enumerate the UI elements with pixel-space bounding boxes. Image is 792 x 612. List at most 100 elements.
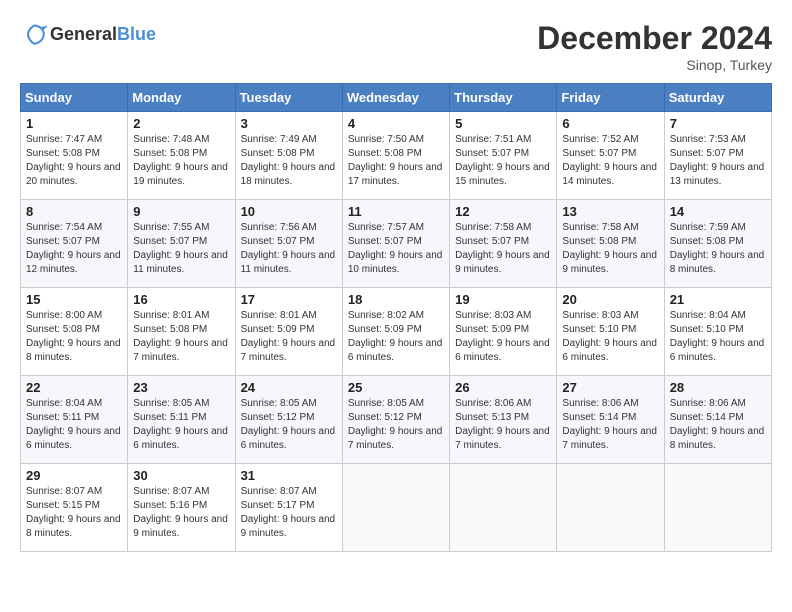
table-row: 28Sunrise: 8:06 AMSunset: 5:14 PMDayligh… — [664, 376, 771, 464]
day-number: 3 — [241, 116, 337, 131]
table-row: 10 Sunrise: 7:56 AMSunset: 5:07 PMDayligh… — [235, 200, 342, 288]
logo-icon — [20, 20, 48, 48]
day-info: Sunrise: 7:48 AMSunset: 5:08 PMDaylight:… — [133, 133, 229, 189]
day-info: Sunrise: 8:07 AMSunset: 5:16 PMDaylight:… — [133, 485, 229, 541]
day-info: Sunrise: 7:49 AMSunset: 5:08 PMDaylight:… — [241, 133, 337, 189]
calendar-week-row: 22Sunrise: 8:04 AMSunset: 5:11 PMDayligh… — [21, 376, 772, 464]
header-thursday: Thursday — [450, 84, 557, 112]
day-number: 15 — [26, 292, 122, 307]
day-number: 4 — [348, 116, 444, 131]
header-tuesday: Tuesday — [235, 84, 342, 112]
calendar-table: Sunday Monday Tuesday Wednesday Thursday… — [20, 83, 772, 552]
table-row: 20 Sunrise: 8:03 AMSunset: 5:10 PMDayligh… — [557, 288, 664, 376]
table-row: 17 Sunrise: 8:01 AMSunset: 5:09 PMDayligh… — [235, 288, 342, 376]
header-friday: Friday — [557, 84, 664, 112]
day-info: Sunrise: 8:05 AMSunset: 5:11 PMDaylight:… — [133, 397, 229, 453]
calendar-week-row: 8 Sunrise: 7:54 AMSunset: 5:07 PMDaylight… — [21, 200, 772, 288]
header-sunday: Sunday — [21, 84, 128, 112]
calendar-week-row: 1 Sunrise: 7:47 AMSunset: 5:08 PMDaylight… — [21, 112, 772, 200]
table-row — [664, 464, 771, 552]
day-number: 13 — [562, 204, 658, 219]
header-monday: Monday — [128, 84, 235, 112]
table-row: 31 Sunrise: 8:07 AMSunset: 5:17 PMDayligh… — [235, 464, 342, 552]
day-number: 26 — [455, 380, 551, 395]
day-number: 11 — [348, 204, 444, 219]
day-number: 31 — [241, 468, 337, 483]
table-row — [342, 464, 449, 552]
logo: GeneralBlue — [20, 20, 156, 48]
day-info: Sunrise: 8:05 AMSunset: 5:12 PMDaylight:… — [348, 397, 444, 453]
day-info: Sunrise: 8:00 AMSunset: 5:08 PMDaylight:… — [26, 309, 122, 365]
day-info: Sunrise: 8:04 AMSunset: 5:10 PMDaylight:… — [670, 309, 766, 365]
day-number: 10 — [241, 204, 337, 219]
day-number: 12 — [455, 204, 551, 219]
day-number: 25 — [348, 380, 444, 395]
month-title: December 2024 — [537, 20, 772, 57]
day-number: 16 — [133, 292, 229, 307]
table-row: 1 Sunrise: 7:47 AMSunset: 5:08 PMDaylight… — [21, 112, 128, 200]
day-info: Sunrise: 8:01 AMSunset: 5:09 PMDaylight:… — [241, 309, 337, 365]
day-number: 1 — [26, 116, 122, 131]
day-info: Sunrise: 7:50 AMSunset: 5:08 PMDaylight:… — [348, 133, 444, 189]
day-info: Sunrise: 7:55 AMSunset: 5:07 PMDaylight:… — [133, 221, 229, 277]
table-row: 25 Sunrise: 8:05 AMSunset: 5:12 PMDayligh… — [342, 376, 449, 464]
day-number: 20 — [562, 292, 658, 307]
day-info: Sunrise: 7:54 AMSunset: 5:07 PMDaylight:… — [26, 221, 122, 277]
table-row: 13 Sunrise: 7:58 AMSunset: 5:08 PMDayligh… — [557, 200, 664, 288]
day-info: Sunrise: 7:57 AMSunset: 5:07 PMDaylight:… — [348, 221, 444, 277]
table-row — [450, 464, 557, 552]
day-info: Sunrise: 7:58 AMSunset: 5:08 PMDaylight:… — [562, 221, 658, 277]
header-wednesday: Wednesday — [342, 84, 449, 112]
logo-general-text: General — [50, 24, 117, 45]
table-row: 24 Sunrise: 8:05 AMSunset: 5:12 PMDayligh… — [235, 376, 342, 464]
calendar-header-row: Sunday Monday Tuesday Wednesday Thursday… — [21, 84, 772, 112]
table-row: 4 Sunrise: 7:50 AMSunset: 5:08 PMDaylight… — [342, 112, 449, 200]
table-row: 6Sunrise: 7:52 AMSunset: 5:07 PMDaylight… — [557, 112, 664, 200]
table-row: 14Sunrise: 7:59 AMSunset: 5:08 PMDayligh… — [664, 200, 771, 288]
day-info: Sunrise: 7:47 AMSunset: 5:08 PMDaylight:… — [26, 133, 122, 189]
table-row: 23 Sunrise: 8:05 AMSunset: 5:11 PMDayligh… — [128, 376, 235, 464]
day-number: 18 — [348, 292, 444, 307]
day-number: 24 — [241, 380, 337, 395]
table-row: 2 Sunrise: 7:48 AMSunset: 5:08 PMDaylight… — [128, 112, 235, 200]
day-number: 30 — [133, 468, 229, 483]
day-info: Sunrise: 7:53 AMSunset: 5:07 PMDaylight:… — [670, 133, 766, 189]
table-row: 16Sunrise: 8:01 AMSunset: 5:08 PMDayligh… — [128, 288, 235, 376]
day-info: Sunrise: 8:07 AMSunset: 5:15 PMDaylight:… — [26, 485, 122, 541]
day-number: 8 — [26, 204, 122, 219]
day-number: 21 — [670, 292, 766, 307]
day-number: 17 — [241, 292, 337, 307]
day-number: 23 — [133, 380, 229, 395]
day-number: 19 — [455, 292, 551, 307]
table-row: 29 Sunrise: 8:07 AMSunset: 5:15 PMDayligh… — [21, 464, 128, 552]
day-info: Sunrise: 8:02 AMSunset: 5:09 PMDaylight:… — [348, 309, 444, 365]
day-info: Sunrise: 7:56 AMSunset: 5:07 PMDaylight:… — [241, 221, 337, 277]
calendar-week-row: 15 Sunrise: 8:00 AMSunset: 5:08 PMDayligh… — [21, 288, 772, 376]
logo-blue-text: Blue — [117, 24, 156, 45]
day-info: Sunrise: 8:03 AMSunset: 5:10 PMDaylight:… — [562, 309, 658, 365]
day-info: Sunrise: 8:06 AMSunset: 5:14 PMDaylight:… — [670, 397, 766, 453]
day-number: 27 — [562, 380, 658, 395]
header-saturday: Saturday — [664, 84, 771, 112]
table-row: 19Sunrise: 8:03 AMSunset: 5:09 PMDayligh… — [450, 288, 557, 376]
day-info: Sunrise: 7:58 AMSunset: 5:07 PMDaylight:… — [455, 221, 551, 277]
calendar-week-row: 29 Sunrise: 8:07 AMSunset: 5:15 PMDayligh… — [21, 464, 772, 552]
table-row: 15 Sunrise: 8:00 AMSunset: 5:08 PMDayligh… — [21, 288, 128, 376]
day-info: Sunrise: 7:51 AMSunset: 5:07 PMDaylight:… — [455, 133, 551, 189]
table-row: 26 Sunrise: 8:06 AMSunset: 5:13 PMDayligh… — [450, 376, 557, 464]
table-row: 7 Sunrise: 7:53 AMSunset: 5:07 PMDaylight… — [664, 112, 771, 200]
table-row: 9Sunrise: 7:55 AMSunset: 5:07 PMDaylight… — [128, 200, 235, 288]
day-number: 2 — [133, 116, 229, 131]
day-info: Sunrise: 8:05 AMSunset: 5:12 PMDaylight:… — [241, 397, 337, 453]
table-row: 12 Sunrise: 7:58 AMSunset: 5:07 PMDayligh… — [450, 200, 557, 288]
day-number: 7 — [670, 116, 766, 131]
table-row: 8 Sunrise: 7:54 AMSunset: 5:07 PMDaylight… — [21, 200, 128, 288]
table-row: 18 Sunrise: 8:02 AMSunset: 5:09 PMDayligh… — [342, 288, 449, 376]
day-info: Sunrise: 8:06 AMSunset: 5:13 PMDaylight:… — [455, 397, 551, 453]
table-row: 21 Sunrise: 8:04 AMSunset: 5:10 PMDayligh… — [664, 288, 771, 376]
day-info: Sunrise: 8:06 AMSunset: 5:14 PMDaylight:… — [562, 397, 658, 453]
day-info: Sunrise: 7:52 AMSunset: 5:07 PMDaylight:… — [562, 133, 658, 189]
day-number: 29 — [26, 468, 122, 483]
day-info: Sunrise: 8:07 AMSunset: 5:17 PMDaylight:… — [241, 485, 337, 541]
table-row: 5Sunrise: 7:51 AMSunset: 5:07 PMDaylight… — [450, 112, 557, 200]
